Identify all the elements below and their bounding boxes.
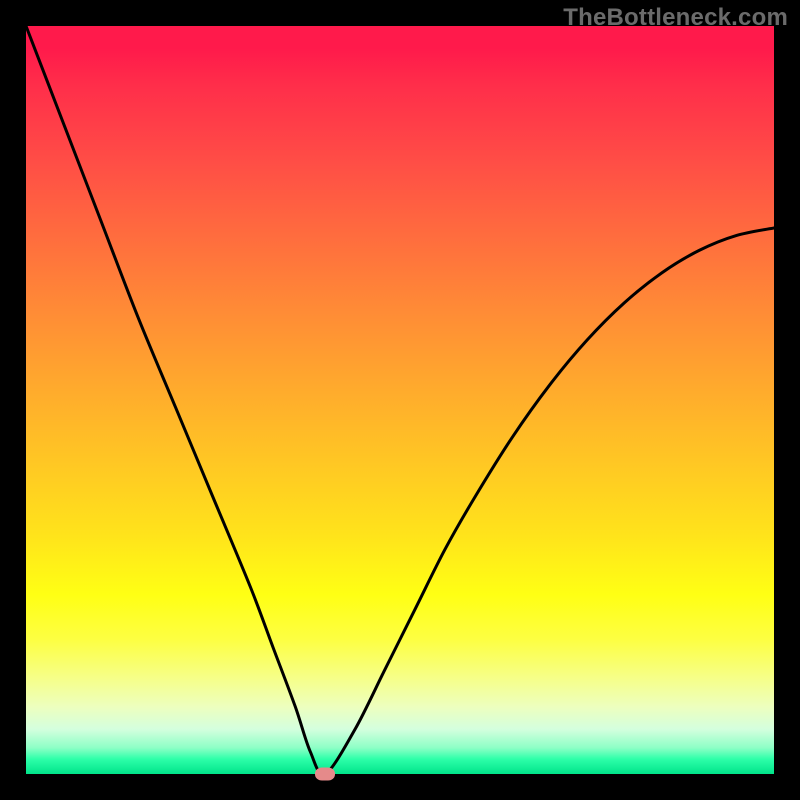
- watermark-text: TheBottleneck.com: [563, 4, 788, 32]
- chart-frame: TheBottleneck.com: [0, 0, 800, 800]
- plot-area: [26, 26, 774, 774]
- optimal-point-marker: [315, 768, 335, 781]
- bottleneck-curve: [26, 26, 774, 774]
- curve-layer: [26, 26, 774, 774]
